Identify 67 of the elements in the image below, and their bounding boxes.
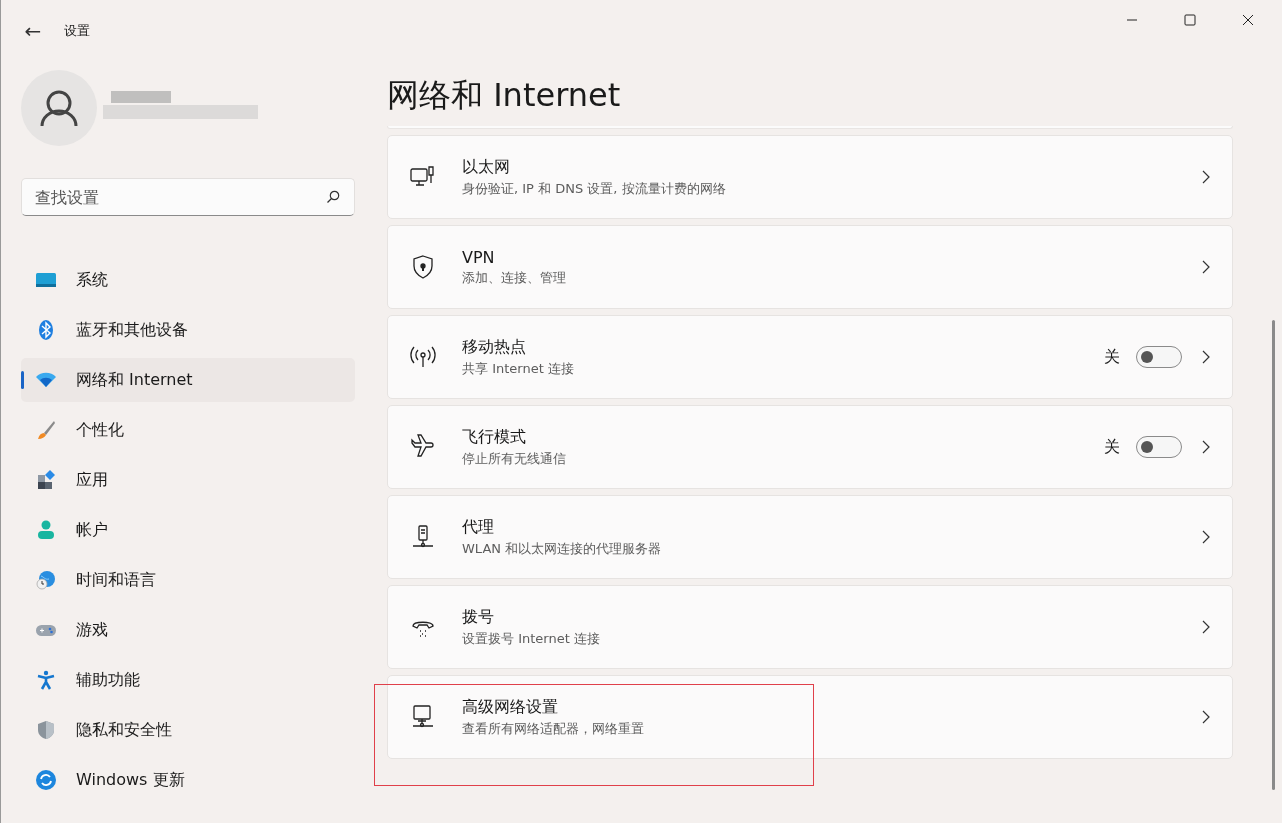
avatar-icon [21,70,97,146]
person-icon [36,520,56,540]
sidebar-item[interactable]: 帐户 [21,508,355,552]
sidebar-item[interactable]: 系统 [21,258,355,302]
row-subtitle: 查看所有网络适配器，网络重置 [462,719,645,738]
wifi-icon [36,370,56,390]
settings-row[interactable]: 以太网 身份验证, IP 和 DNS 设置, 按流量计费的网络 [387,135,1233,219]
scrollbar[interactable] [1272,320,1275,790]
shield-icon [36,720,56,740]
row-title: 拨号 [462,606,495,628]
toggle-switch[interactable] [1136,436,1182,458]
page-title: 网络和 Internet [387,75,622,116]
accessibility-icon [36,670,56,690]
row-subtitle: 添加、连接、管理 [462,268,567,287]
globe-clock-icon [36,570,56,590]
toggle-state-label: 关 [1104,346,1120,368]
search-icon [326,190,340,204]
airplane-icon [410,434,436,460]
chevron-right-icon [1202,620,1210,634]
row-subtitle: 身份验证, IP 和 DNS 设置, 按流量计费的网络 [462,179,727,198]
search-field[interactable]: 查找设置 [21,178,355,216]
sidebar-item[interactable]: 隐私和安全性 [21,708,355,752]
row-subtitle: WLAN 和以太网连接的代理服务器 [462,539,663,558]
chevron-right-icon [1202,440,1210,454]
back-button[interactable]: ← [19,17,47,45]
sidebar-item[interactable]: 网络和 Internet [21,358,355,402]
settings-row[interactable]: 拨号 设置拨号 Internet 连接 [387,585,1233,669]
chevron-right-icon [1202,710,1210,724]
sidebar-item[interactable]: 应用 [21,458,355,502]
chevron-right-icon [1202,350,1210,364]
sidebar-item[interactable]: 游戏 [21,608,355,652]
toggle-state-label: 关 [1104,436,1120,458]
sidebar-item[interactable]: 时间和语言 [21,558,355,602]
close-icon[interactable] [1242,14,1254,26]
settings-row[interactable]: 飞行模式 停止所有无线通信 关 [387,405,1233,489]
shield-lock-icon [410,254,436,280]
network-monitor-icon [410,704,436,730]
apps-icon [36,470,56,490]
row-subtitle: 共享 Internet 连接 [462,359,575,378]
row-title: 移动热点 [462,336,527,358]
hotspot-icon [410,344,436,370]
window-title: 设置 [64,22,90,40]
row-title: 飞行模式 [462,426,527,448]
sidebar-item[interactable]: Windows 更新 [21,758,355,802]
settings-row[interactable]: 高级网络设置 查看所有网络适配器，网络重置 [387,675,1233,759]
settings-row[interactable]: VPN 添加、连接、管理 [387,225,1233,309]
settings-row[interactable]: 移动热点 共享 Internet 连接 关 [387,315,1233,399]
chevron-right-icon [1202,170,1210,184]
sidebar-item[interactable]: 个性化 [21,408,355,452]
bluetooth-icon [36,320,56,340]
system-icon [36,270,56,290]
chevron-right-icon [1202,260,1210,274]
settings-row[interactable]: 代理 WLAN 和以太网连接的代理服务器 [387,495,1233,579]
proxy-icon [410,524,436,550]
sidebar-item[interactable]: 辅助功能 [21,658,355,702]
row-title: 高级网络设置 [462,696,559,718]
sidebar-item[interactable]: 蓝牙和其他设备 [21,308,355,352]
sync-icon [36,770,56,790]
row-subtitle: 停止所有无线通信 [462,449,567,468]
row-title: VPN [462,247,496,267]
row-subtitle: 设置拨号 Internet 连接 [462,629,601,648]
paintbrush-icon [36,420,56,440]
chevron-right-icon [1202,530,1210,544]
maximize-icon[interactable] [1184,14,1196,26]
toggle-switch[interactable] [1136,346,1182,368]
row-title: 以太网 [462,156,511,178]
row-title: 代理 [462,516,495,538]
